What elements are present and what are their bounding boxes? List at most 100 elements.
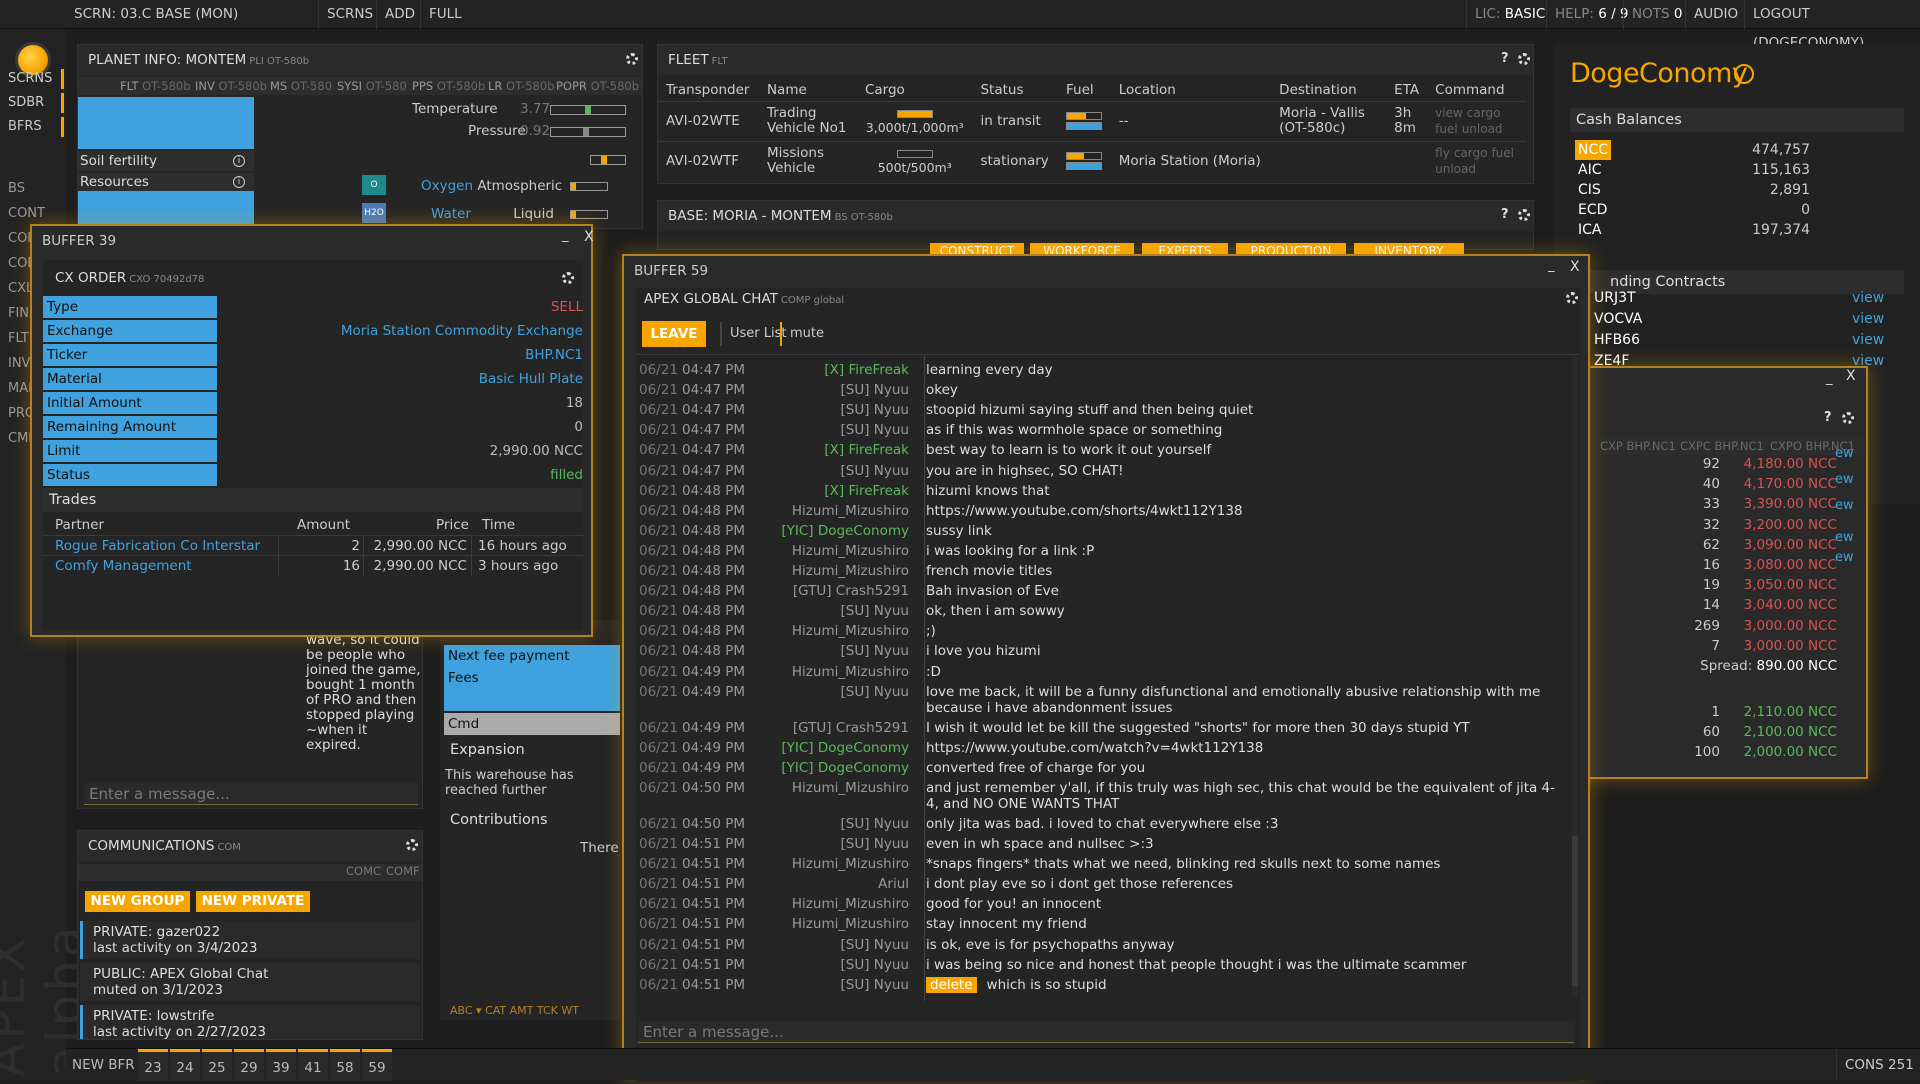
bid-row[interactable]: 60 2,100.00 NCC [1600,722,1840,742]
nav-bfrs[interactable]: BFRS [0,117,64,137]
license-indicator[interactable]: LIC: BASIC [1466,0,1553,29]
resources-info-icon[interactable]: i [233,176,245,188]
ship-name-link[interactable]: Missions Vehicle [758,140,857,181]
destination-link[interactable]: Moria - Vallis (OT-580c) [1271,100,1387,141]
ask-row[interactable]: 40 4,170.00 NCC [1600,474,1840,494]
message-author[interactable]: [SU] Nyuu [841,603,909,619]
audio-button[interactable]: AUDIO [1685,0,1746,29]
message-text[interactable]: https://www.youtube.com/watch?v=4wkt112Y… [926,740,1566,756]
message-author[interactable]: [GTU] Crash5291 [793,583,909,599]
tab-comf[interactable]: COMF [386,864,420,878]
nav-scrns[interactable]: SCRNS [0,69,64,89]
bid-row[interactable]: 100 2,000.00 NCC [1600,742,1840,762]
water-material-icon[interactable]: H2O [362,203,386,223]
message-author[interactable]: Hizumi_Mizushiro [792,916,909,932]
close-icon[interactable]: X [584,229,594,245]
fleet-help-icon[interactable]: ? [1501,51,1509,66]
minimize-icon[interactable]: _ [1548,258,1555,273]
field-value[interactable]: Basic Hull Plate [479,368,583,390]
cx-order-settings-icon[interactable] [562,272,574,284]
message-author[interactable]: [SU] Nyuu [841,957,909,973]
planet-tab-pps[interactable]: PPS OT-580b [412,77,485,95]
message-author[interactable]: Hizumi_Mizushiro [792,856,909,872]
mute-button[interactable]: mute [780,322,824,346]
message-author[interactable]: [SU] Nyuu [841,684,909,700]
message-author[interactable]: [YIC] DogeConomy [781,740,909,756]
buffer-tab[interactable]: 23 [138,1049,168,1081]
fuel-button[interactable]: fuel [1491,146,1514,160]
ask-row[interactable]: 7 3,000.00 NCC [1600,636,1840,656]
base-settings-icon[interactable] [1518,209,1530,221]
message-author[interactable]: [X] FireFreak [824,442,909,458]
message-author[interactable]: [GTU] Crash5291 [793,720,909,736]
message-author[interactable]: [YIC] DogeConomy [781,523,909,539]
message-author[interactable]: [SU] Nyuu [841,816,909,832]
left-chat-input[interactable] [84,783,418,805]
delete-button[interactable]: delete [926,976,977,993]
message-author[interactable]: Hizumi_Mizushiro [792,563,909,579]
message-author[interactable]: [SU] Nyuu [841,977,909,993]
planet-tab-sysi[interactable]: SYSI OT-580 [337,77,407,95]
planet-tab-lr[interactable]: LR OT-580b [488,77,554,95]
buffer-tab[interactable]: 25 [202,1049,232,1081]
leave-button[interactable]: LEAVE [642,321,706,347]
list-item[interactable]: PRIVATE: lowstrife last activity on 2/27/… [80,1005,420,1039]
ask-row[interactable]: 269 3,000.00 NCC [1600,616,1840,636]
ask-row[interactable]: 32 3,200.00 NCC [1600,515,1840,535]
location-link[interactable]: Moria Station (Moria) [1110,140,1272,181]
logout-button[interactable]: LOGOUT (DOGECONOMY) [1744,0,1920,51]
message-author[interactable]: Hizumi_Mizushiro [792,623,909,639]
minimize-icon[interactable]: _ [562,228,569,243]
oxygen-material-icon[interactable]: O [362,175,386,195]
new-buffer-button[interactable]: NEW BFR [72,1049,135,1081]
chat-scrollbar[interactable] [1572,356,1578,996]
contract-id[interactable]: VOCVA [1594,311,1642,327]
message-text[interactable]: https://www.youtube.com/shorts/4wkt112Y1… [926,503,1566,519]
new-private-button[interactable]: NEW PRIVATE [196,891,310,912]
ask-row[interactable]: 62 3,090.00 NCC [1600,535,1840,555]
water-resource[interactable]: Water Liquid [431,206,554,222]
message-author[interactable]: [SU] Nyuu [841,937,909,953]
ask-row[interactable]: 33 3,390.00 NCC [1600,494,1840,514]
message-author[interactable]: Hizumi_Mizushiro [792,543,909,559]
notifications-indicator[interactable]: NOTS 0 [1623,0,1690,29]
partner-link[interactable]: Comfy Management [55,556,192,576]
minimize-icon[interactable]: _ [1826,371,1833,386]
planet-settings-icon[interactable] [626,53,638,65]
order-book-help-icon[interactable]: ? [1824,410,1832,425]
chat-message-input[interactable] [638,1021,1574,1043]
nav-bs[interactable]: BS [0,179,64,199]
console-counter[interactable]: CONS 251 [1836,1049,1914,1081]
bid-row[interactable]: 1 2,110.00 NCC [1600,702,1840,722]
message-author[interactable]: [X] FireFreak [824,483,909,499]
cargo-button[interactable]: cargo [1467,106,1501,120]
list-item[interactable]: PUBLIC: APEX Global Chat muted on 3/1/202… [80,963,420,1001]
base-help-icon[interactable]: ? [1501,207,1509,222]
list-item[interactable]: PRIVATE: gazer022 last activity on 3/4/20… [80,921,420,959]
contract-id[interactable]: URJ3T [1594,290,1636,306]
partner-link[interactable]: Rogue Fabrication Co Interstar [55,536,260,556]
message-author[interactable]: [YIC] DogeConomy [781,760,909,776]
oxygen-resource[interactable]: Oxygen Atmospheric [421,178,562,194]
nav-cont[interactable]: CONT [0,204,64,224]
order-book-settings-icon[interactable] [1842,412,1854,424]
tab-cxp[interactable]: CXP BHP.NC1 [1600,438,1676,455]
fly-button[interactable]: fly [1435,146,1450,160]
scrns-button[interactable]: SCRNS [318,0,381,29]
message-author[interactable]: [SU] Nyuu [841,422,909,438]
message-author[interactable]: [SU] Nyuu [841,382,909,398]
message-author[interactable]: Hizumi_Mizushiro [792,664,909,680]
close-icon[interactable]: X [1570,259,1580,275]
fuel-button[interactable]: fuel [1435,122,1458,136]
ask-row[interactable]: 14 3,040.00 NCC [1600,595,1840,615]
fleet-settings-icon[interactable] [1518,53,1530,65]
chat-settings-icon[interactable] [1566,292,1578,304]
ask-row[interactable]: 92 4,180.00 NCC [1600,454,1840,474]
tab-comc[interactable]: COMC [346,864,381,878]
planet-tab-flt[interactable]: FLT OT-580b [120,77,191,95]
message-author[interactable]: [SU] Nyuu [841,836,909,852]
field-value[interactable]: BHP.NC1 [525,344,583,366]
nav-sdbr[interactable]: SDBR [0,93,64,113]
transponder-link[interactable]: AVI-02WTF [658,140,759,181]
view-button[interactable]: view [1435,106,1463,120]
